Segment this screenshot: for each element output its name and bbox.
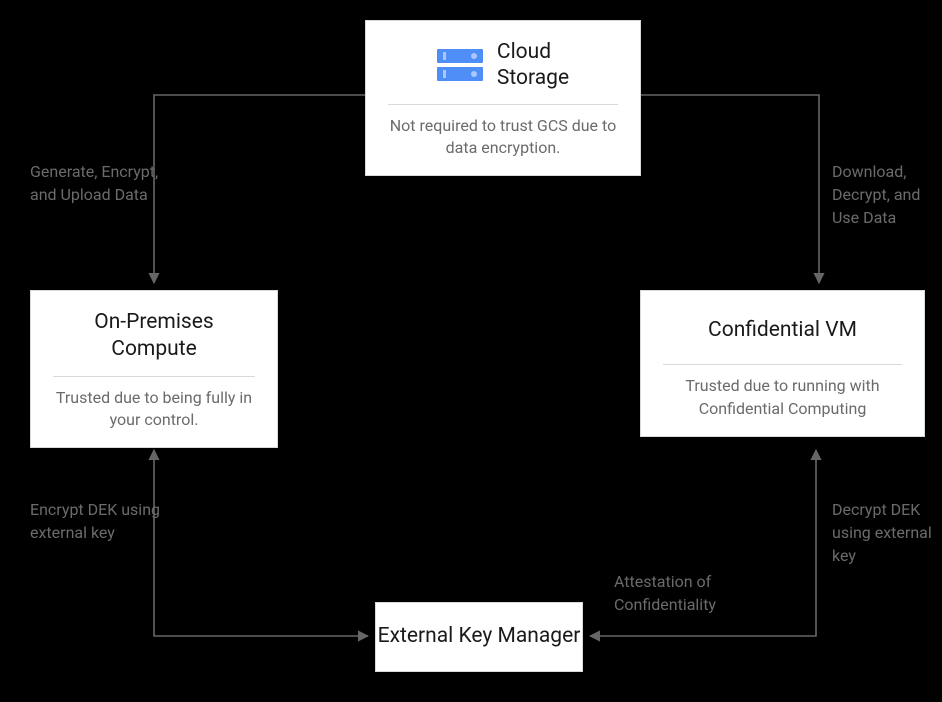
- confidential-vm-title: Confidential VM: [663, 309, 902, 352]
- on-prem-title: On-Premises Compute: [53, 309, 255, 364]
- storage-icon: [437, 49, 483, 81]
- on-prem-subtitle: Trusted due to being fully in your contr…: [53, 387, 255, 432]
- node-on-premises-compute: On-Premises Compute Trusted due to being…: [30, 290, 278, 448]
- cloud-storage-title: Cloud Storage: [497, 39, 569, 92]
- cloud-storage-subtitle: Not required to trust GCS due to data en…: [388, 115, 618, 160]
- node-external-key-manager: External Key Manager: [375, 602, 583, 672]
- edge-label-encrypt-dek: Encrypt DEK using external key: [30, 498, 160, 544]
- confidential-vm-subtitle: Trusted due to running with Confidential…: [663, 375, 902, 420]
- edge-label-decrypt-dek: Decrypt DEK using external key: [832, 498, 942, 568]
- edge-label-generate-encrypt-upload: Generate, Encrypt, and Upload Data: [30, 160, 170, 206]
- ekm-title: External Key Manager: [378, 623, 581, 650]
- edge-label-download-decrypt-use: Download, Decrypt, and Use Data: [832, 160, 942, 230]
- diagram-canvas: Cloud Storage Not required to trust GCS …: [0, 0, 942, 702]
- edge-label-attestation: Attestation of Confidentiality: [614, 570, 764, 616]
- node-cloud-storage: Cloud Storage Not required to trust GCS …: [365, 20, 641, 176]
- node-confidential-vm: Confidential VM Trusted due to running w…: [640, 290, 925, 437]
